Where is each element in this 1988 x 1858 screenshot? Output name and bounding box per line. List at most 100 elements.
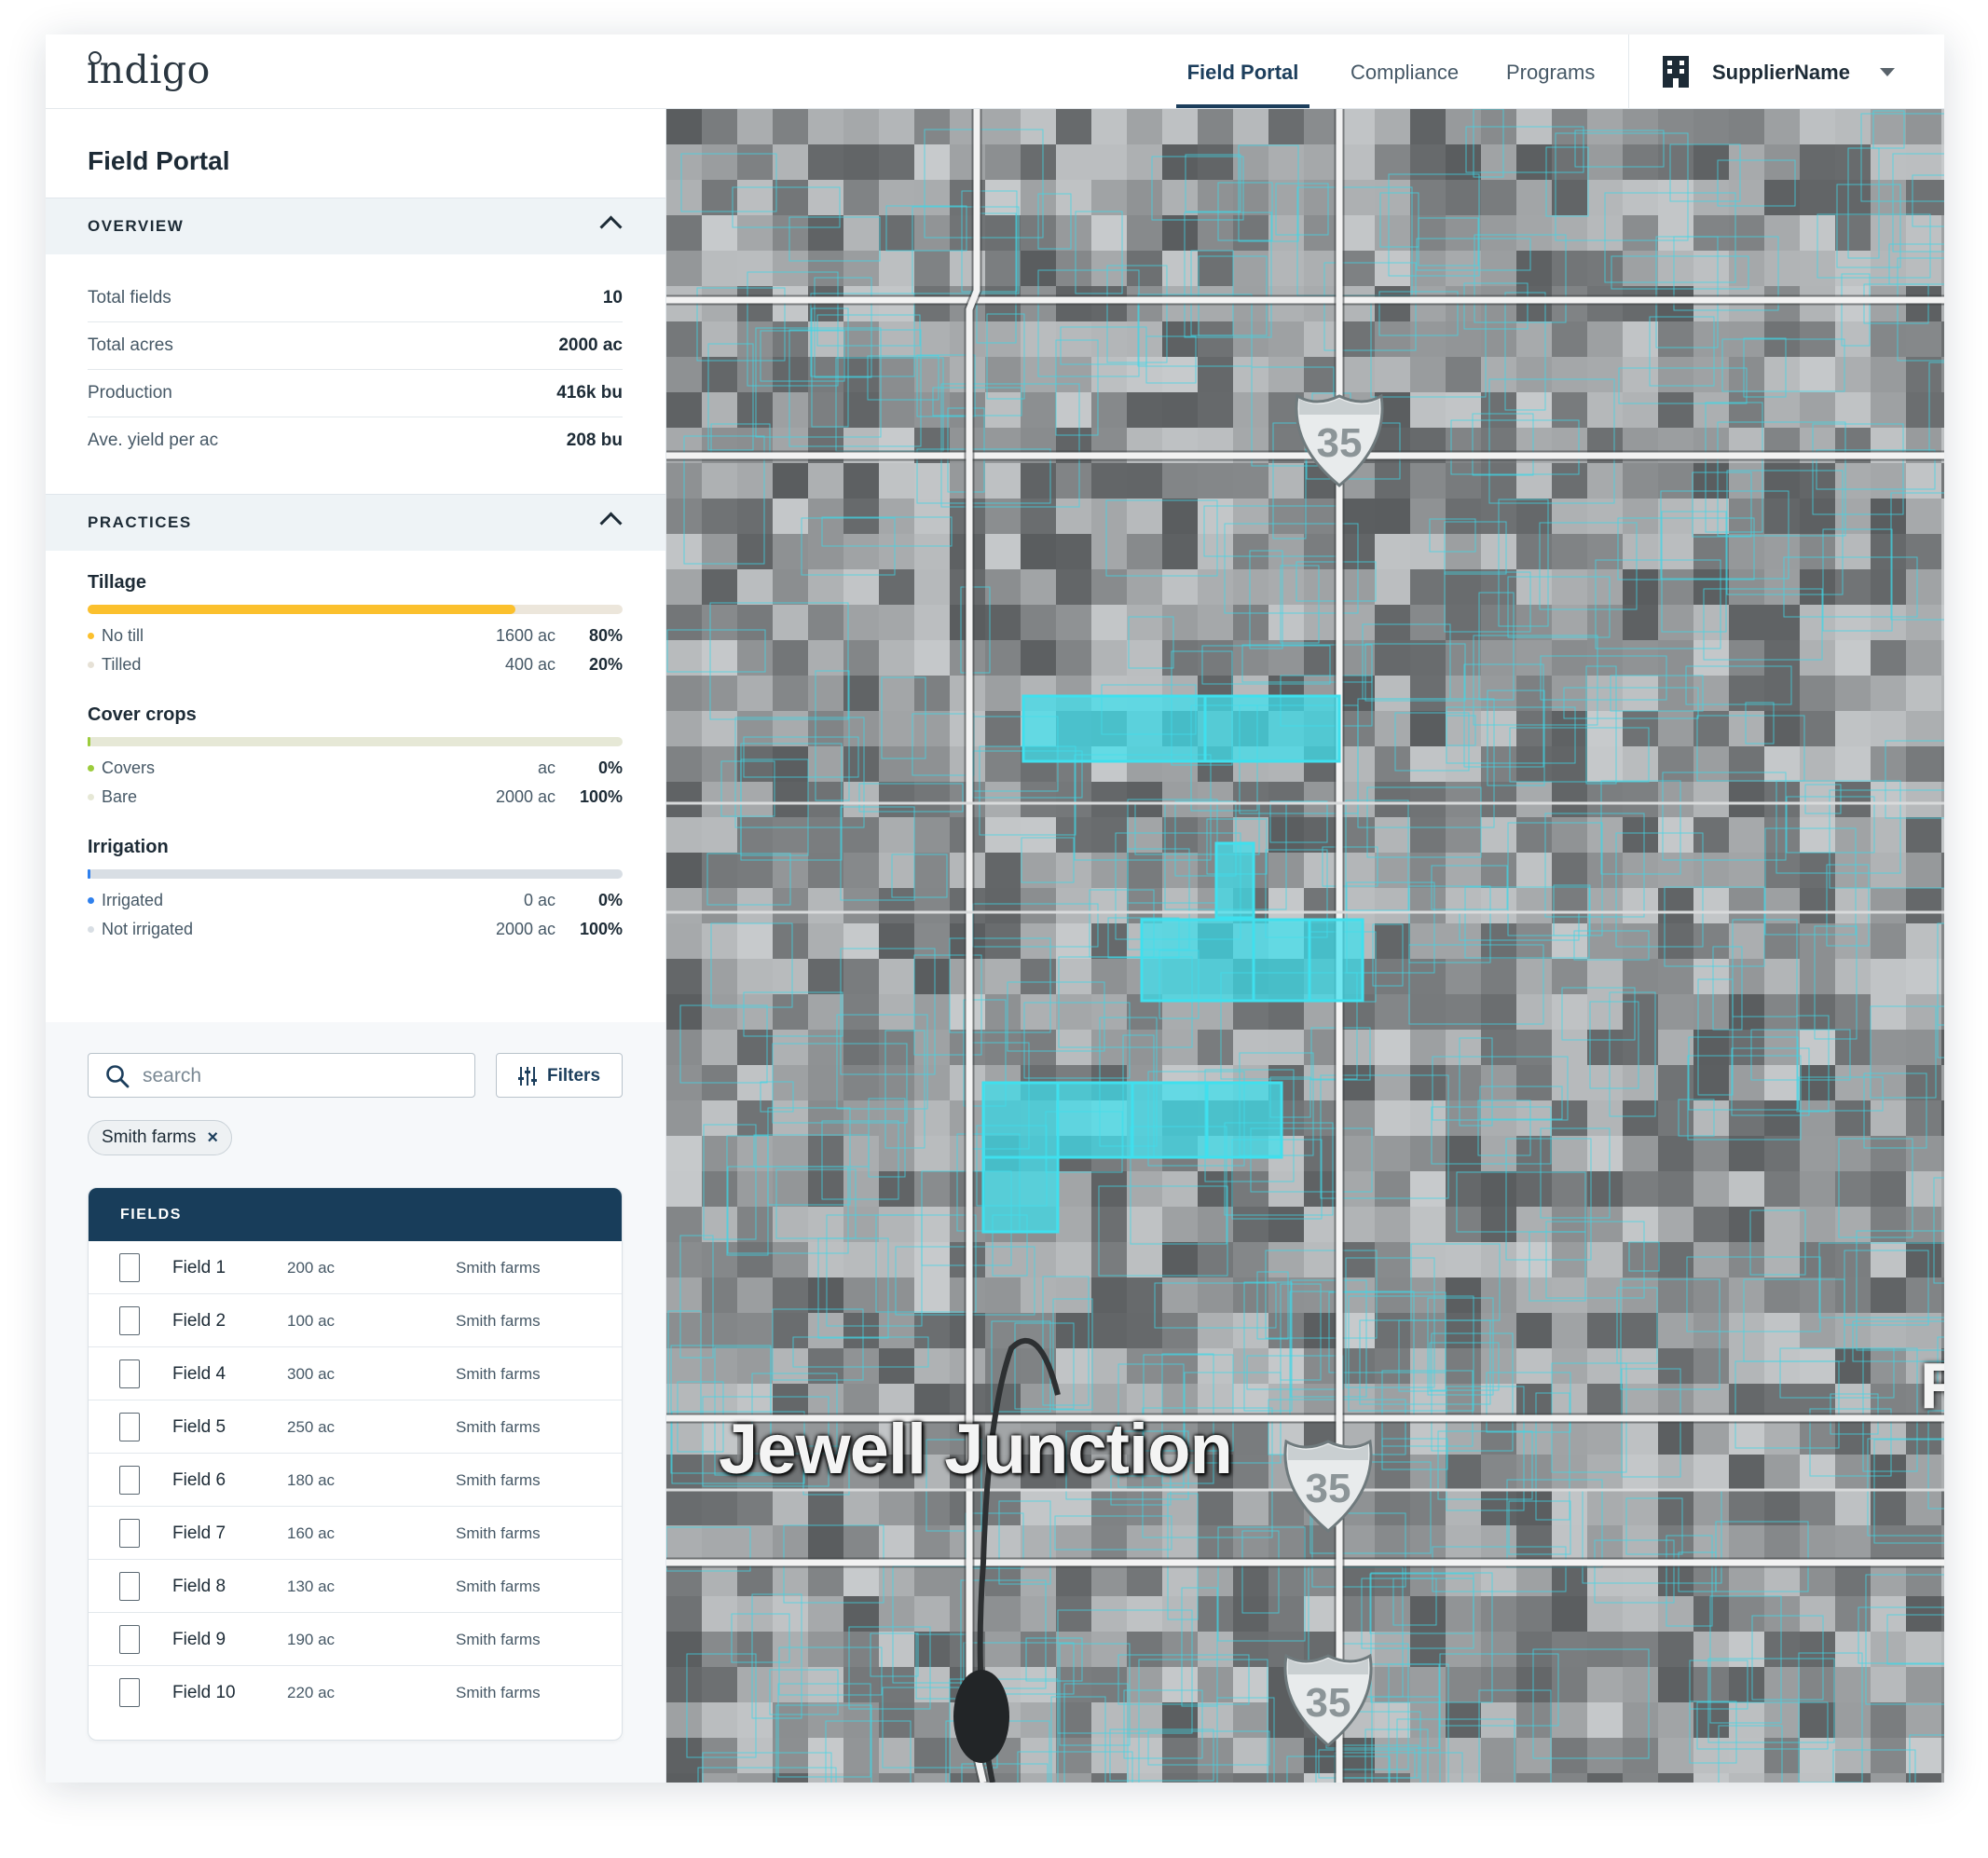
row-checkbox[interactable] — [119, 1572, 140, 1601]
farm-plot — [1693, 1525, 1729, 1561]
farm-plot — [985, 109, 1021, 144]
farm-plot — [1552, 180, 1587, 215]
sidebar: Field Portal OVERVIEW Total fields 10 To… — [46, 109, 666, 1783]
farm-plot — [879, 1348, 914, 1384]
table-row[interactable]: Field 9 190 ac Smith farms — [89, 1613, 622, 1666]
farm-plot — [1835, 1455, 1871, 1490]
legend-percent: 0% — [597, 891, 623, 909]
farm-plot — [1021, 1773, 1056, 1783]
table-row[interactable]: Field 4 300 ac Smith farms — [89, 1347, 622, 1400]
farm-plot — [1198, 109, 1233, 144]
farm-plot — [1375, 1030, 1410, 1065]
farm-plot — [914, 180, 950, 215]
close-icon[interactable]: × — [207, 1121, 218, 1154]
farm-plot — [1941, 1667, 1944, 1702]
farm-plot — [773, 1277, 808, 1313]
farm-plot — [879, 1525, 914, 1561]
farm-plot — [879, 251, 914, 286]
farm-plot — [1446, 923, 1481, 959]
farm-plot — [1552, 1030, 1587, 1065]
chevron-up-icon[interactable] — [599, 512, 623, 535]
table-row[interactable]: Field 7 160 ac Smith farms — [89, 1507, 622, 1560]
table-row[interactable]: Field 6 180 ac Smith farms — [89, 1454, 622, 1507]
farm-plot — [1623, 321, 1658, 357]
farm-plot — [1835, 1136, 1871, 1171]
farm-plot — [1906, 959, 1941, 994]
farm-plot — [1835, 569, 1871, 605]
chip-label: Smith farms — [102, 1127, 197, 1147]
row-checkbox[interactable] — [119, 1359, 140, 1388]
farm-plot — [1941, 1242, 1944, 1277]
stat-average-yield: Ave. yield per ac 208 bu — [88, 417, 623, 464]
practices-section-header[interactable]: PRACTICES — [46, 494, 665, 551]
field-name: Field 10 — [172, 1683, 236, 1702]
farm-plot — [1162, 180, 1198, 215]
row-checkbox[interactable] — [119, 1625, 140, 1654]
table-row[interactable]: Field 10 220 ac Smith farms — [89, 1666, 622, 1719]
farm-plot — [1481, 1455, 1516, 1490]
row-checkbox[interactable] — [119, 1413, 140, 1441]
chevron-down-icon[interactable] — [1880, 68, 1895, 76]
row-checkbox[interactable] — [119, 1466, 140, 1495]
supplier-name[interactable]: SupplierName — [1712, 34, 1850, 110]
filters-button[interactable]: Filters — [496, 1053, 623, 1098]
satellite-map[interactable]: Jewell Junction R 35 35 35 — [666, 109, 1944, 1783]
farm-plot — [1800, 1136, 1835, 1171]
farm-plot — [1304, 853, 1339, 888]
farm-plot — [1198, 499, 1233, 534]
farm-plot — [1339, 251, 1375, 286]
farm-plot — [1056, 499, 1091, 534]
farm-plot — [1658, 1738, 1693, 1773]
farm-plot — [1623, 1065, 1658, 1100]
farm-plot — [1127, 1207, 1162, 1242]
farm-plot — [1587, 144, 1623, 180]
nav-tab-compliance[interactable]: Compliance — [1350, 34, 1459, 108]
farm-plot — [1481, 782, 1516, 817]
farm-plot — [1941, 888, 1944, 923]
farm-plot — [1729, 109, 1764, 144]
nav-tab-programs[interactable]: Programs — [1506, 34, 1595, 108]
farm-plot — [1410, 817, 1446, 853]
farm-plot — [737, 1632, 773, 1667]
indigo-logo[interactable]: indigo — [87, 48, 211, 94]
farm-plot — [1127, 215, 1162, 251]
farm-plot — [1446, 640, 1481, 676]
farm-plot — [1871, 1348, 1906, 1384]
filter-chip-smith-farms[interactable]: Smith farms × — [88, 1120, 233, 1155]
farm-plot — [914, 251, 950, 286]
selected-field-highlight — [981, 1081, 1060, 1159]
stat-key: Total acres — [88, 335, 173, 355]
farm-plot — [1623, 499, 1658, 534]
overview-section-header[interactable]: OVERVIEW — [46, 198, 665, 254]
farm-plot — [1198, 1738, 1233, 1773]
farm-plot — [808, 463, 843, 499]
farm-plot — [1764, 1030, 1800, 1065]
farm-plot — [1339, 499, 1375, 534]
farm-plot — [1941, 1419, 1944, 1455]
farm-plot — [1375, 1100, 1410, 1136]
row-checkbox[interactable] — [119, 1519, 140, 1548]
legend-acres: 400 ac — [504, 655, 555, 674]
farm-plot — [1871, 1632, 1906, 1667]
search-input[interactable] — [141, 1061, 461, 1091]
farm-plot — [1835, 746, 1871, 782]
table-row[interactable]: Field 2 100 ac Smith farms — [89, 1294, 622, 1347]
chevron-up-icon[interactable] — [599, 215, 623, 239]
farm-plot — [1764, 746, 1800, 782]
field-acres: 160 ac — [287, 1524, 336, 1542]
nav-tab-field-portal[interactable]: Field Portal — [1176, 34, 1309, 108]
table-row[interactable]: Field 1 200 ac Smith farms — [89, 1241, 622, 1294]
row-checkbox[interactable] — [119, 1253, 140, 1282]
row-checkbox[interactable] — [119, 1306, 140, 1335]
search-field[interactable] — [88, 1053, 475, 1098]
farm-plot — [737, 392, 773, 428]
row-checkbox[interactable] — [119, 1678, 140, 1707]
farm-plot — [1729, 817, 1764, 853]
farm-plot — [1127, 1632, 1162, 1667]
farm-plot — [773, 605, 808, 640]
farm-plot — [1658, 676, 1693, 711]
table-row[interactable]: Field 8 130 ac Smith farms — [89, 1560, 622, 1613]
table-row[interactable]: Field 5 250 ac Smith farms — [89, 1400, 622, 1454]
farm-plot — [1729, 1596, 1764, 1632]
farm-plot — [737, 180, 773, 215]
